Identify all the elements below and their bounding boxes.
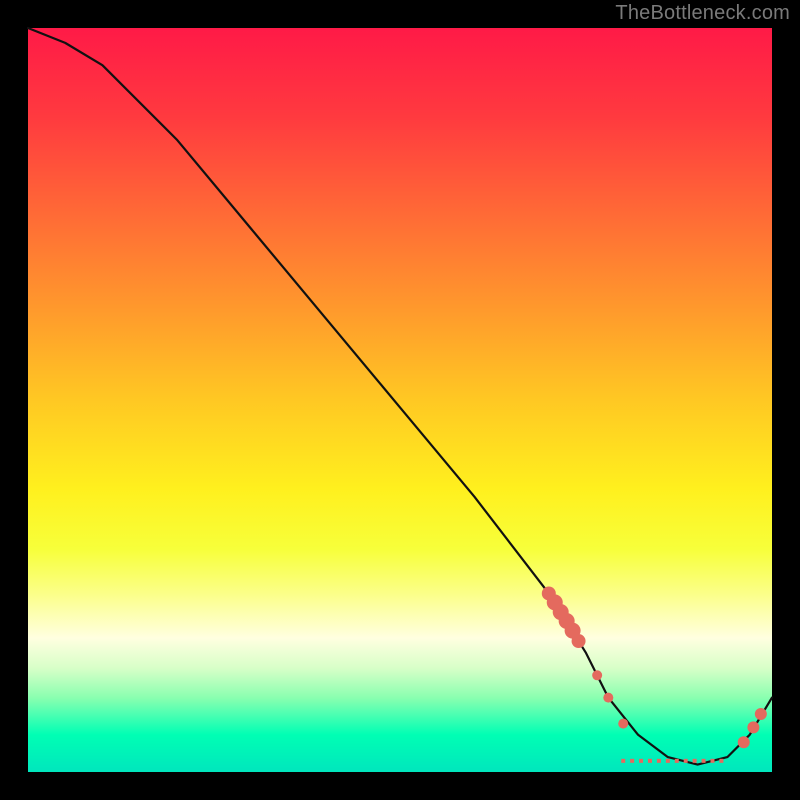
floor-band-dot: [675, 759, 679, 763]
floor-band-dot: [666, 759, 670, 763]
bottleneck-curve: [28, 28, 772, 765]
data-marker: [755, 708, 767, 720]
floor-band-dot: [710, 759, 714, 763]
data-marker: [592, 670, 602, 680]
floor-band-dot: [684, 759, 688, 763]
floor-band-dot: [621, 759, 625, 763]
floor-band-dot: [657, 759, 661, 763]
chart-stage: TheBottleneck.com: [0, 0, 800, 800]
data-marker: [572, 634, 586, 648]
floor-band-dot: [719, 759, 723, 763]
data-marker: [618, 719, 628, 729]
floor-band-dot: [630, 759, 634, 763]
floor-band-dot: [702, 759, 706, 763]
floor-band-dot: [648, 759, 652, 763]
chart-svg: [28, 28, 772, 772]
data-marker: [738, 736, 750, 748]
floor-band-dot: [693, 759, 697, 763]
floor-band-dot: [639, 759, 643, 763]
data-marker: [603, 693, 613, 703]
watermark-text: TheBottleneck.com: [615, 2, 790, 25]
chart-plot-area: [28, 28, 772, 772]
data-marker: [747, 721, 759, 733]
